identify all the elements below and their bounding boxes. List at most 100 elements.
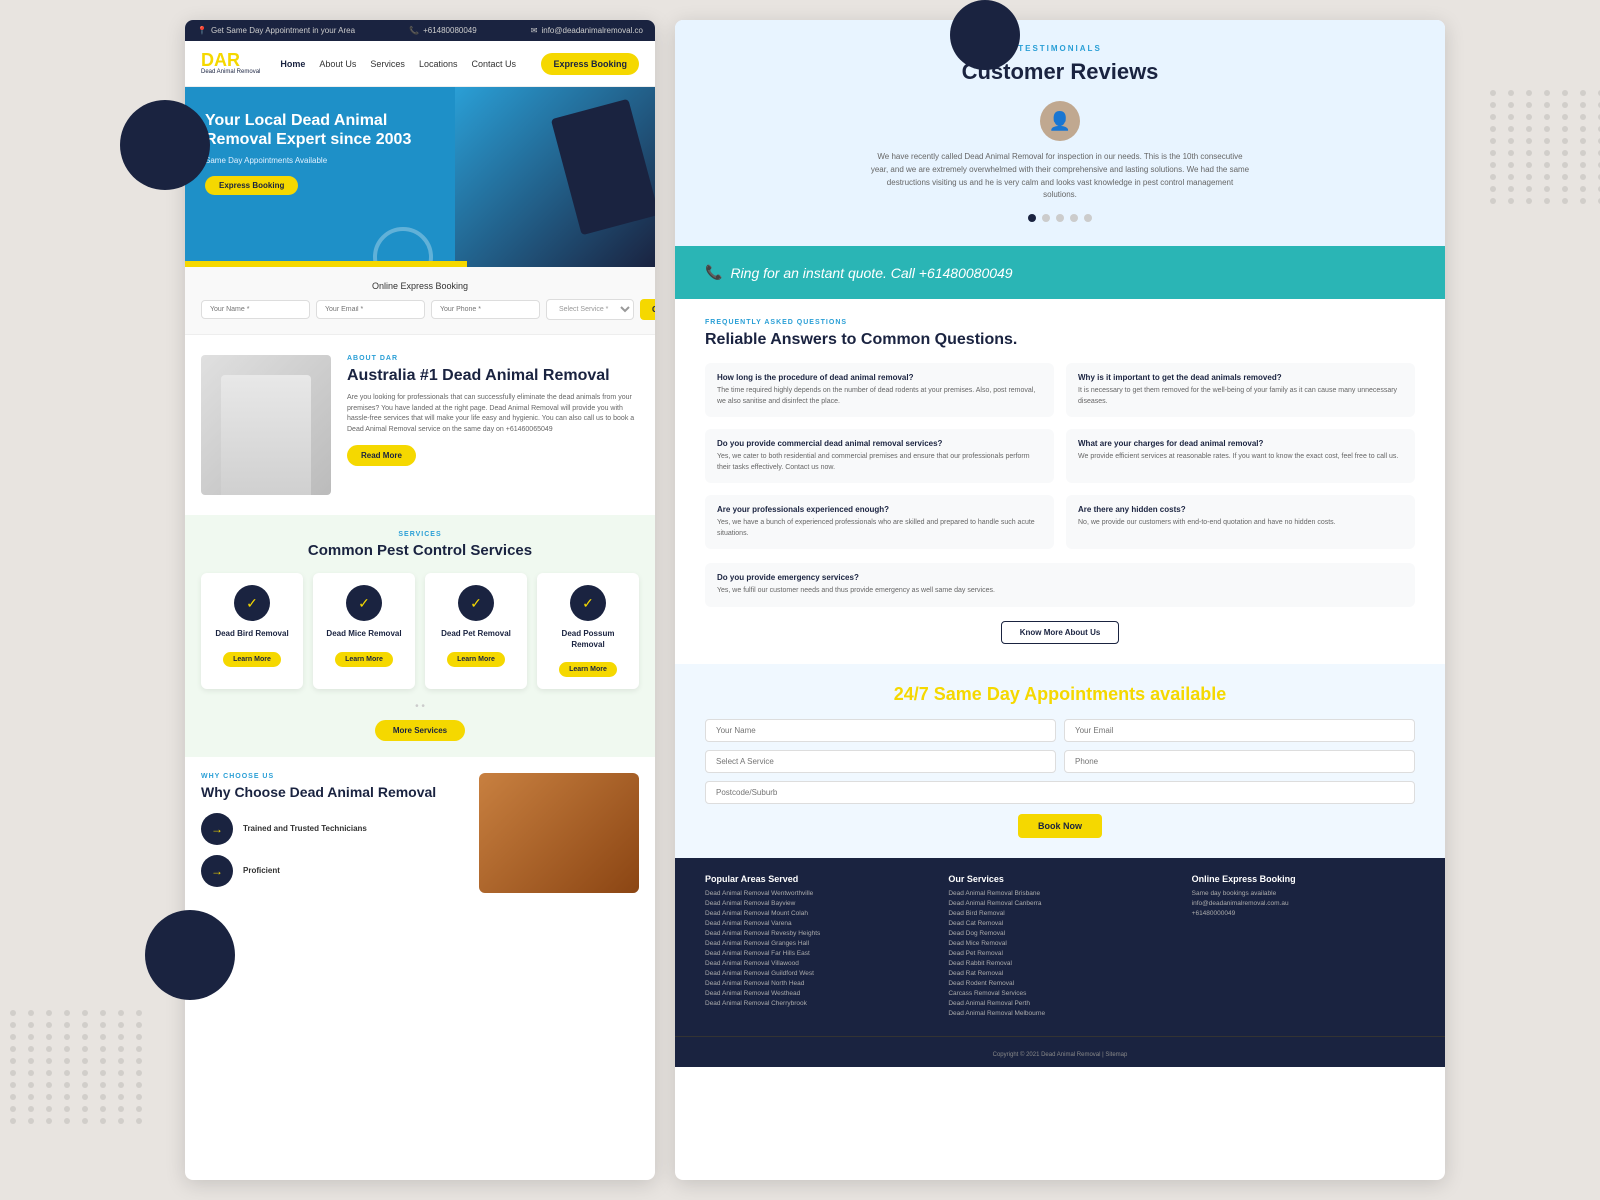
faq-single-a: Yes, we fulfil our customer needs and th…: [717, 586, 1403, 597]
footer-service-link-12[interactable]: Dead Animal Removal Perth: [948, 1000, 1171, 1007]
service-mice-name: Dead Mice Removal: [321, 629, 407, 639]
nav-link-contact[interactable]: Contact Us: [471, 59, 516, 69]
appointments-title: 24/7 Same Day Appointments available: [705, 684, 1415, 705]
faq-grid: How long is the procedure of dead animal…: [705, 363, 1415, 549]
footer-area-link-1[interactable]: Dead Animal Removal Wentworthville: [705, 890, 928, 897]
nav-link-home[interactable]: Home: [280, 59, 305, 69]
express-booking-nav-button[interactable]: Express Booking: [541, 53, 639, 75]
name-input[interactable]: [201, 300, 310, 319]
faq-single-q: Do you provide emergency services?: [717, 573, 1403, 582]
why-item-1: → Trained and Trusted Technicians: [201, 813, 463, 845]
hero-title: Your Local Dead Animal Removal Expert si…: [205, 111, 424, 149]
book-now-button[interactable]: Book Now: [1018, 814, 1102, 838]
nav-link-locations[interactable]: Locations: [419, 59, 458, 69]
footer-area-link-4[interactable]: Dead Animal Removal Varena: [705, 920, 928, 927]
appt-email-input[interactable]: [1064, 719, 1415, 742]
review-dot-1[interactable]: [1028, 214, 1036, 222]
appt-phone-input[interactable]: [1064, 750, 1415, 773]
read-more-button[interactable]: Read More: [347, 445, 416, 466]
footer-service-link-7[interactable]: Dead Pet Removal: [948, 950, 1171, 957]
services-section: SERVICES Common Pest Control Services ✓ …: [185, 515, 655, 757]
faq-item-6: Are there any hidden costs? No, we provi…: [1066, 495, 1415, 549]
footer-service-link-8[interactable]: Dead Rabbit Removal: [948, 960, 1171, 967]
footer-area-link-6[interactable]: Dead Animal Removal Granges Hall: [705, 940, 928, 947]
faq-section: FREQUENTLY ASKED QUESTIONS Reliable Answ…: [675, 299, 1445, 664]
appt-postcode-input[interactable]: [705, 781, 1415, 804]
get-started-button[interactable]: Get Started: [640, 299, 655, 320]
review-dot-4[interactable]: [1070, 214, 1078, 222]
service-bird-button[interactable]: Learn More: [223, 652, 281, 667]
footer-service-link-9[interactable]: Dead Rat Removal: [948, 970, 1171, 977]
service-pet-button[interactable]: Learn More: [447, 652, 505, 667]
booking-form-title: Online Express Booking: [201, 281, 639, 291]
footer-area-link-5[interactable]: Dead Animal Removal Revesby Heights: [705, 930, 928, 937]
faq-q-4: What are your charges for dead animal re…: [1078, 439, 1403, 448]
phone-text: +61480080049: [423, 26, 477, 35]
faq-item-3: Do you provide commercial dead animal re…: [705, 429, 1054, 483]
footer-service-link-5[interactable]: Dead Dog Removal: [948, 930, 1171, 937]
nav-link-about[interactable]: About Us: [319, 59, 356, 69]
review-dot-5[interactable]: [1084, 214, 1092, 222]
footer: Popular Areas Served Dead Animal Removal…: [675, 858, 1445, 1036]
cta-phone-icon: 📞: [705, 264, 722, 281]
footer-service-link-2[interactable]: Dead Animal Removal Canberra: [948, 900, 1171, 907]
email-icon: ✉: [531, 26, 538, 35]
footer-service-link-4[interactable]: Dead Cat Removal: [948, 920, 1171, 927]
hero-yellow-bar: [185, 261, 467, 267]
decorative-circle-1: [120, 100, 210, 190]
decorative-circle-2: [145, 910, 235, 1000]
footer-service-link-10[interactable]: Dead Rodent Removal: [948, 980, 1171, 987]
footer-service-link-11[interactable]: Carcass Removal Services: [948, 990, 1171, 997]
more-services-button[interactable]: More Services: [375, 720, 465, 741]
footer-area-link-3[interactable]: Dead Animal Removal Mount Colah: [705, 910, 928, 917]
nav-link-services[interactable]: Services: [370, 59, 405, 69]
nav-bar: DAR Dead Animal Removal Home About Us Se…: [185, 41, 655, 87]
faq-label: FREQUENTLY ASKED QUESTIONS: [705, 319, 1415, 326]
appt-name-input[interactable]: [705, 719, 1056, 742]
footer-area-link-12[interactable]: Dead Animal Removal Cherrybrook: [705, 1000, 928, 1007]
email-input[interactable]: [316, 300, 425, 319]
footer-area-link-9[interactable]: Dead Animal Removal Guildford West: [705, 970, 928, 977]
footer-copyright: Copyright © 2021 Dead Animal Removal | S…: [993, 1052, 1128, 1058]
service-card-mice: ✓ Dead Mice Removal Learn More: [313, 573, 415, 689]
footer-contact-phone[interactable]: +61480000049: [1192, 910, 1415, 917]
service-mice-button[interactable]: Learn More: [335, 652, 393, 667]
footer-service-link-1[interactable]: Dead Animal Removal Brisbane: [948, 890, 1171, 897]
email-item: ✉ info@deadanimalremoval.co: [531, 26, 643, 35]
faq-a-3: Yes, we cater to both residential and co…: [717, 452, 1042, 473]
footer-service-link-13[interactable]: Dead Animal Removal Melbourne: [948, 1010, 1171, 1017]
faq-item-1: How long is the procedure of dead animal…: [705, 363, 1054, 417]
footer-areas-title: Popular Areas Served: [705, 874, 928, 884]
footer-area-link-7[interactable]: Dead Animal Removal Far Hills East: [705, 950, 928, 957]
footer-service-link-3[interactable]: Dead Bird Removal: [948, 910, 1171, 917]
footer-area-link-11[interactable]: Dead Animal Removal Westhead: [705, 990, 928, 997]
hero-section: Your Local Dead Animal Removal Expert si…: [185, 87, 655, 267]
phone-input[interactable]: [431, 300, 540, 319]
hero-express-booking-button[interactable]: Express Booking: [205, 176, 298, 195]
appt-service-input[interactable]: [705, 750, 1056, 773]
why-item-2-text: Proficient: [243, 866, 280, 875]
footer-area-link-2[interactable]: Dead Animal Removal Bayview: [705, 900, 928, 907]
faq-item-2: Why is it important to get the dead anim…: [1066, 363, 1415, 417]
about-section: ABOUT DAR Australia #1 Dead Animal Remov…: [185, 335, 655, 515]
appt-title-highlight: Appointments: [1024, 684, 1145, 704]
know-more-button[interactable]: Know More About Us: [1001, 621, 1120, 644]
footer-area-link-8[interactable]: Dead Animal Removal Villawood: [705, 960, 928, 967]
faq-item-5: Are your professionals experienced enoug…: [705, 495, 1054, 549]
service-select[interactable]: Select Service *: [546, 299, 634, 320]
logo-main: DAR: [201, 51, 260, 69]
appointments-section: 24/7 Same Day Appointments available Boo…: [675, 664, 1445, 858]
faq-q-2: Why is it important to get the dead anim…: [1078, 373, 1403, 382]
faq-a-4: We provide efficient services at reasona…: [1078, 452, 1403, 463]
about-content: ABOUT DAR Australia #1 Dead Animal Remov…: [347, 355, 639, 495]
footer-service-link-6[interactable]: Dead Mice Removal: [948, 940, 1171, 947]
review-text: We have recently called Dead Animal Remo…: [870, 151, 1250, 202]
phone-item: 📞 +61480080049: [409, 26, 477, 35]
footer-contact-email[interactable]: info@deadanimalremoval.com.au: [1192, 900, 1415, 907]
faq-q-1: How long is the procedure of dead animal…: [717, 373, 1042, 382]
why-item-2: → Proficient: [201, 855, 463, 887]
review-dot-2[interactable]: [1042, 214, 1050, 222]
review-dot-3[interactable]: [1056, 214, 1064, 222]
footer-area-link-10[interactable]: Dead Animal Removal North Head: [705, 980, 928, 987]
service-possum-button[interactable]: Learn More: [559, 662, 617, 677]
